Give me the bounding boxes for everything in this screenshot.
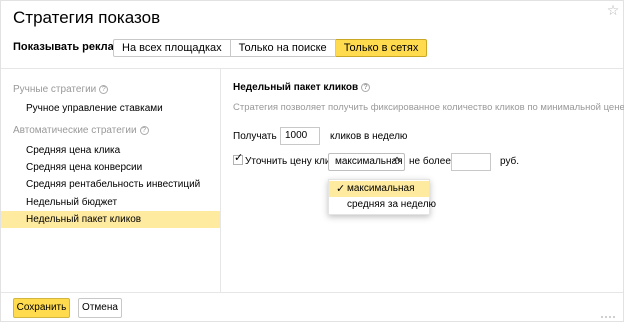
- sidebar-item-weekly-click-package[interactable]: Недельный пакет кликов: [1, 211, 220, 228]
- sidebar-item-avg-roi[interactable]: Средняя рентабельность инвестиций: [1, 176, 220, 193]
- section-title-text: Недельный пакет кликов: [233, 82, 359, 93]
- price-type-dropdown: ✓ максимальная средняя за неделю: [328, 179, 436, 215]
- receive-label: Получать: [233, 131, 277, 142]
- sidebar-item-avg-conversion-price[interactable]: Средняя цена конверсии: [1, 159, 220, 176]
- sidebar-item-manual-bids[interactable]: Ручное управление ставками: [1, 100, 220, 117]
- refine-price-label[interactable]: Уточнить цену клика: [245, 156, 341, 167]
- cancel-button[interactable]: Отмена: [78, 298, 122, 318]
- help-icon[interactable]: ?: [361, 83, 371, 92]
- sidebar-item-avg-click-price[interactable]: Средняя цена клика: [1, 142, 220, 159]
- dropdown-option-weekly-avg[interactable]: средняя за неделю: [329, 197, 436, 213]
- show-ads-search-button[interactable]: Только на поиске: [230, 39, 336, 57]
- manual-strategies-group: Ручные стратегии?: [13, 84, 109, 95]
- max-price-input[interactable]: [451, 153, 491, 171]
- checkmark-icon: ✓: [234, 152, 244, 164]
- section-title: Недельный пакет кликов?: [233, 82, 371, 93]
- checkmark-icon: ✓: [336, 183, 346, 195]
- currency-label: руб.: [500, 156, 520, 167]
- help-icon[interactable]: ?: [99, 85, 109, 94]
- sidebar-item-weekly-budget[interactable]: Недельный бюджет: [1, 194, 220, 211]
- show-ads-networks-button[interactable]: Только в сетях: [335, 39, 428, 57]
- resize-handle[interactable]: [601, 313, 615, 318]
- clicks-per-week-input[interactable]: 1000: [280, 127, 320, 145]
- help-icon[interactable]: ?: [139, 126, 149, 135]
- clicks-per-week-label: кликов в неделю: [330, 131, 408, 142]
- show-ads-segmented-control: На всех площадках Только на поиске Тольк…: [113, 39, 428, 57]
- dropdown-option-label: максимальная: [347, 183, 415, 194]
- close-icon[interactable]: ☆: [605, 2, 621, 18]
- auto-strategies-group: Автоматические стратегии?: [13, 125, 149, 136]
- dropdown-option-max[interactable]: ✓ максимальная: [329, 181, 429, 197]
- dialog-title: Стратегия показов: [13, 8, 161, 27]
- strategy-sidebar: Ручные стратегии? Ручное управление став…: [1, 69, 221, 292]
- strategy-description: Стратегия позволяет получить фиксированн…: [233, 102, 624, 113]
- save-button[interactable]: Сохранить: [13, 298, 70, 318]
- price-type-select[interactable]: максимальная: [328, 153, 405, 171]
- footer-divider: [1, 292, 623, 293]
- refine-price-checkbox[interactable]: ✓: [233, 152, 244, 165]
- not-more-label: не более: [409, 156, 451, 167]
- strategy-dialog: ☆ Стратегия показов Показывать рекламу: …: [0, 0, 624, 322]
- manual-strategies-label: Ручные стратегии: [13, 84, 97, 95]
- auto-strategies-label: Автоматические стратегии: [13, 125, 137, 136]
- show-ads-all-button[interactable]: На всех площадках: [113, 39, 231, 57]
